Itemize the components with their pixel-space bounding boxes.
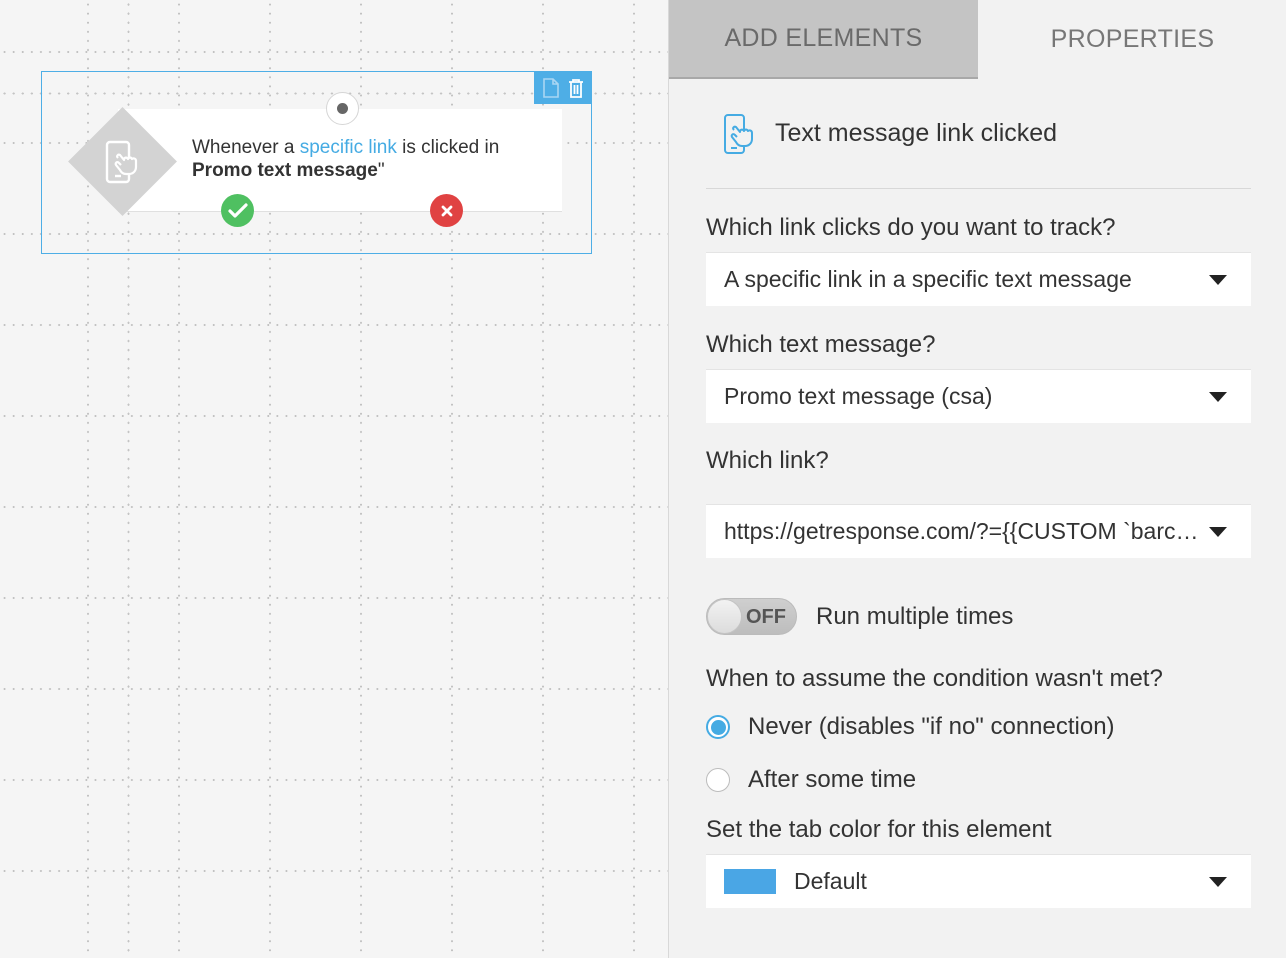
input-connector[interactable] (326, 92, 359, 125)
check-icon (227, 202, 248, 218)
tab-add-elements[interactable]: ADD ELEMENTS (669, 0, 978, 79)
color-swatch (724, 869, 776, 894)
phone-tap-icon (724, 113, 753, 154)
link-select[interactable]: https://getresponse.com/?={{CUSTOM `barc… (706, 504, 1251, 558)
message-select[interactable]: Promo text message (csa) (706, 369, 1251, 423)
color-select[interactable]: Default (706, 854, 1251, 908)
x-icon (441, 205, 452, 216)
radio-button[interactable] (706, 768, 730, 792)
workflow-canvas[interactable]: Whenever a specific link is clicked in P… (0, 0, 668, 958)
properties-panel: ADD ELEMENTS PROPERTIES Text message lin… (668, 0, 1286, 958)
node-toolbar (534, 71, 592, 104)
trash-icon[interactable] (566, 77, 586, 99)
message-label: Which text message? (706, 331, 936, 358)
chevron-down-icon (1209, 526, 1227, 537)
condition-label: When to assume the condition wasn't met? (706, 665, 1163, 692)
run-multiple-label: Run multiple times (816, 603, 1014, 630)
properties-header: Text message link clicked (706, 79, 1251, 189)
no-connector[interactable] (430, 194, 463, 227)
document-icon[interactable] (541, 77, 561, 99)
radio-never[interactable]: Never (disables "if no" connection) (706, 713, 1115, 741)
tab-properties[interactable]: PROPERTIES (978, 0, 1286, 79)
color-label: Set the tab color for this element (706, 816, 1052, 843)
connector-dot (337, 103, 348, 114)
properties-form: Text message link clicked Which link cli… (706, 79, 1251, 908)
run-multiple-toggle[interactable]: OFF (706, 598, 797, 635)
properties-title: Text message link clicked (775, 119, 1058, 147)
panel-tabs: ADD ELEMENTS PROPERTIES (669, 0, 1286, 79)
yes-connector[interactable] (221, 194, 254, 227)
radio-after-some-time[interactable]: After some time (706, 766, 916, 794)
phone-tap-icon (105, 140, 138, 184)
chevron-down-icon (1209, 274, 1227, 285)
track-label: Which link clicks do you want to track? (706, 214, 1116, 241)
chevron-down-icon (1209, 391, 1227, 402)
node-message-name: Promo text message (192, 160, 378, 181)
link-label: Which link? (706, 447, 829, 474)
node-diamond[interactable] (68, 107, 177, 216)
node-description: Whenever a specific link is clicked in P… (192, 137, 500, 181)
toggle-knob (707, 599, 742, 634)
node-link-text[interactable]: specific link (300, 137, 397, 158)
radio-button[interactable] (706, 715, 730, 739)
chevron-down-icon (1209, 876, 1227, 887)
track-select[interactable]: A specific link in a specific text messa… (706, 252, 1251, 306)
